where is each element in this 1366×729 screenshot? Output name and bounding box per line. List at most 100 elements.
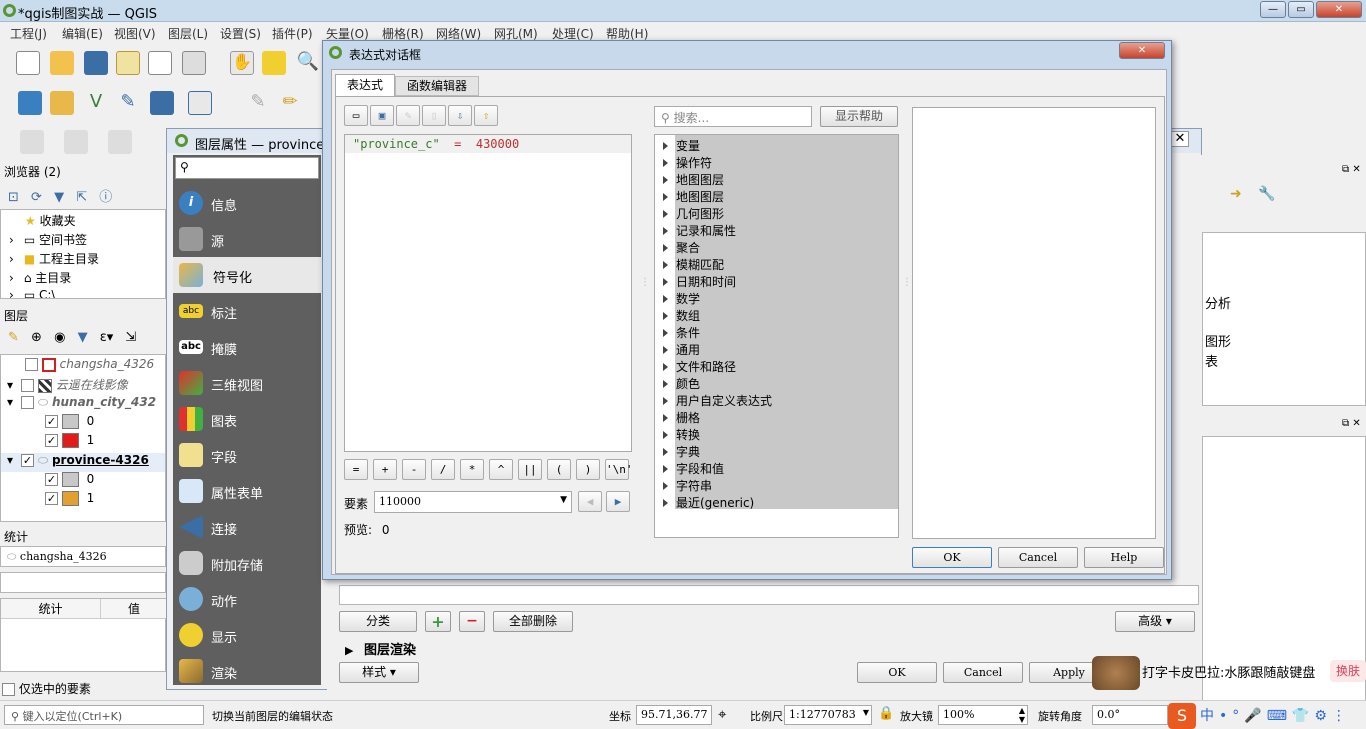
browser-item-project-home[interactable]: › ■ 工程主目录 <box>1 250 99 269</box>
function-group[interactable]: 转换 <box>663 426 700 443</box>
close-icon[interactable]: ✕ <box>1171 131 1189 147</box>
function-group[interactable]: 几何图形 <box>663 205 724 222</box>
expression-filter-icon[interactable]: ε▾ <box>100 330 114 345</box>
feature-combo[interactable]: 110000 ▼ <box>374 491 572 513</box>
eye-icon[interactable]: ◉ <box>54 330 65 345</box>
operator-power[interactable]: ^ <box>489 459 513 480</box>
function-group[interactable]: 变量 <box>663 137 700 154</box>
dialog-help-button[interactable]: Help <box>1084 547 1164 568</box>
browser-item-favorites[interactable]: ★ 收藏夹 <box>1 212 76 231</box>
zoom-in-icon[interactable]: 🔍 <box>296 51 320 75</box>
toggle-edit-icon[interactable]: ✎ <box>246 91 270 115</box>
extent-toggle-icon[interactable]: ⌖ <box>718 705 726 723</box>
splitter-handle[interactable]: ⋮ <box>902 277 912 288</box>
sidebar-item-source[interactable]: 源 <box>179 221 319 257</box>
filter-legend-icon[interactable]: ▼ <box>78 330 88 345</box>
style-button[interactable]: 样式 ▾ <box>339 662 419 683</box>
operator-equals[interactable]: = <box>344 459 368 480</box>
sogou-ime-icon[interactable]: S <box>1168 703 1196 729</box>
layer-render-section[interactable]: ▶ 图层渲染 <box>345 639 416 658</box>
sidebar-item-symbology[interactable]: 符号化 <box>173 257 321 293</box>
import-icon[interactable]: ⇩ <box>448 105 472 126</box>
function-group[interactable]: 数学 <box>663 290 700 307</box>
splitter-handle[interactable]: ⋮ <box>640 277 650 288</box>
pan-to-selection-icon[interactable] <box>262 51 286 75</box>
sidebar-item-3d[interactable]: 三维视图 <box>179 365 319 401</box>
search-input[interactable]: ⚲ 搜索... <box>654 106 812 127</box>
operator-newline[interactable]: '\n' <box>605 459 633 480</box>
style-icon[interactable]: ✎ <box>8 330 19 345</box>
tool-icon[interactable]: 🔧 <box>1258 186 1275 202</box>
remove-class-button[interactable]: − <box>459 611 485 632</box>
class-row[interactable]: ✓ 1 <box>1 433 94 452</box>
expression-editor[interactable]: "province_c" = 430000 <box>344 134 632 452</box>
class-row[interactable]: ✓ 0 <box>1 472 94 491</box>
digitize-icon[interactable]: V <box>84 91 108 115</box>
scale-combo[interactable]: 1:12770783 ▼ <box>784 705 872 725</box>
function-group[interactable]: 通用 <box>663 341 700 358</box>
function-group[interactable]: 地图图层 <box>663 171 724 188</box>
add-class-button[interactable]: + <box>425 611 451 632</box>
function-group[interactable]: 数组 <box>663 307 700 324</box>
add-layer-icon[interactable] <box>18 91 42 115</box>
sidebar-item-fields[interactable]: 字段 <box>179 437 319 473</box>
operator-close-paren[interactable]: ) <box>576 459 600 480</box>
props-ok-button[interactable]: OK <box>857 662 937 683</box>
class-row[interactable]: ✓ 1 <box>1 491 94 510</box>
function-group[interactable]: 字典 <box>663 443 700 460</box>
function-group[interactable]: 用户自定义表达式 <box>663 392 772 409</box>
ime-toolbar[interactable]: 中•°🎤⌨👕⚙⋮ <box>1200 705 1366 727</box>
layout-manager-icon[interactable] <box>182 51 206 75</box>
locator-input[interactable]: ⚲ 键入以定位(Ctrl+K) <box>4 705 204 725</box>
lock-icon[interactable]: 🔒 <box>878 706 894 721</box>
menu-layer[interactable]: 图层(L) <box>168 25 208 42</box>
sidebar-item-rendering[interactable]: 渲染 <box>179 653 319 689</box>
function-group[interactable]: 文件和路径 <box>663 358 736 375</box>
print-layout-icon[interactable] <box>148 51 172 75</box>
stats-layer-combo[interactable]: ⬭ changsha_4326 <box>0 546 166 567</box>
function-group[interactable]: 模糊匹配 <box>663 256 724 273</box>
sidebar-item-storage[interactable]: 附加存储 <box>179 545 319 581</box>
filter-icon[interactable]: ▼ <box>54 190 64 205</box>
open-project-icon[interactable] <box>50 51 74 75</box>
sidebar-item-info[interactable]: i 信息 <box>179 185 319 221</box>
tag-icon[interactable]: ➜ <box>1230 186 1242 202</box>
rotation-spinbox[interactable]: 0.0° <box>1092 705 1168 725</box>
layer-row-province[interactable]: ▾ ✓ ⬭ province-4326 <box>1 453 165 472</box>
panel-float-icon[interactable]: ⧉ ✕ <box>1342 418 1361 429</box>
browser-item-bookmarks[interactable]: › ▭ 空间书签 <box>1 231 87 250</box>
edit-pencil-icon[interactable]: ✎ <box>116 91 140 115</box>
pencil-icon[interactable]: ✏ <box>278 91 302 115</box>
operator-minus[interactable]: - <box>402 459 426 480</box>
browser-item-c[interactable]: › ▭ C:\ <box>1 288 55 298</box>
show-help-button[interactable]: 显示帮助 <box>820 106 898 127</box>
magnifier-spinbox[interactable]: 100% ▲ ▼ <box>938 705 1028 725</box>
menu-view[interactable]: 视图(V) <box>114 25 156 42</box>
new-file-icon[interactable]: ▭ <box>344 105 368 126</box>
function-group[interactable]: 颜色 <box>663 375 700 392</box>
pan-icon[interactable]: ✋ <box>230 51 254 75</box>
add-vector-icon[interactable] <box>50 91 74 115</box>
close-button[interactable]: ✕ <box>1316 1 1362 18</box>
sidebar-item-form[interactable]: 属性表单 <box>179 473 319 509</box>
tab-function-editor[interactable]: 函数编辑器 <box>395 76 479 96</box>
menu-settings[interactable]: 设置(S) <box>220 25 261 42</box>
layer-checkbox[interactable] <box>21 396 35 409</box>
tab-expression[interactable]: 表达式 <box>335 74 395 96</box>
operator-multiply[interactable]: * <box>460 459 484 480</box>
add-group-icon[interactable]: ⊕ <box>31 330 42 345</box>
layer-checkbox[interactable] <box>21 379 35 392</box>
props-cancel-button[interactable]: Cancel <box>943 662 1023 683</box>
dialog-close-button[interactable]: ✕ <box>1119 42 1165 59</box>
new-project-icon[interactable] <box>16 51 40 75</box>
stats-col-header[interactable]: 统计 <box>1 599 101 619</box>
layer-row-hunan-city[interactable]: ▾ ⬭ hunan_city_432 <box>1 395 156 414</box>
menu-project[interactable]: 工程(J) <box>10 25 47 42</box>
function-group[interactable]: 聚合 <box>663 239 700 256</box>
advanced-button[interactable]: 高级 ▾ <box>1115 611 1195 632</box>
database-icon[interactable] <box>150 91 174 115</box>
sidebar-item-mask[interactable]: abc 掩膜 <box>179 329 319 365</box>
classify-button[interactable]: 分类 <box>339 611 417 632</box>
stats-field-combo[interactable] <box>0 572 166 593</box>
operator-plus[interactable]: + <box>373 459 397 480</box>
